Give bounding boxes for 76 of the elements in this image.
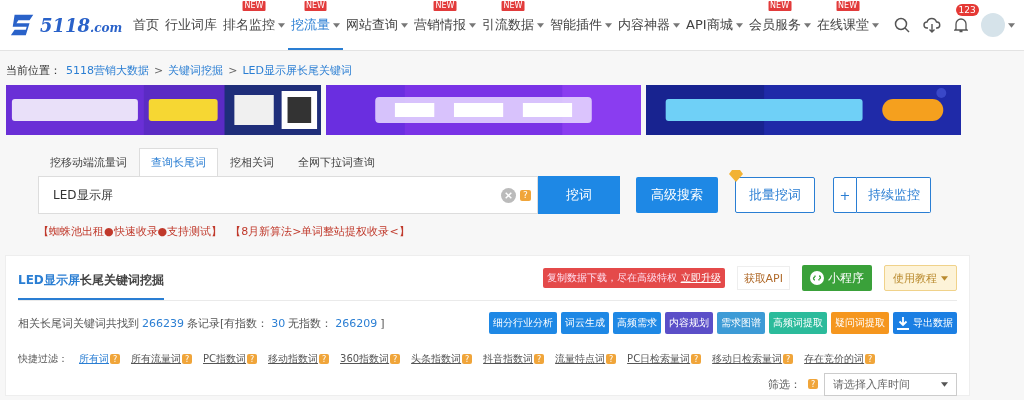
upgrade-text: 复制数据下载，尽在高级特权 xyxy=(546,271,677,285)
download-icon xyxy=(897,316,909,330)
breadcrumb-separator: > xyxy=(228,63,238,77)
nav-menu-item[interactable]: 行业词库 xyxy=(162,0,220,50)
filter-link[interactable]: 抖音指数词 xyxy=(483,352,534,366)
filter-link[interactable]: 所有词 xyxy=(79,352,109,366)
breadcrumb-link[interactable]: LED显示屏长尾关键词 xyxy=(242,62,352,78)
search-tab[interactable]: 全网下拉词查询 xyxy=(286,148,387,176)
card-title: LED显示屏长尾关键词挖掘 xyxy=(18,256,164,300)
search-tab[interactable]: 挖相关词 xyxy=(218,148,286,176)
filter-link[interactable]: 流量特点词 xyxy=(555,352,606,366)
dig-button[interactable]: 挖词 xyxy=(538,176,620,214)
action-button[interactable]: 需求图谱 xyxy=(717,312,765,334)
new-badge: NEW xyxy=(501,1,525,11)
results-summary: 相关长尾词关键词共找到 266239 条记录[有指数： 30 无指数： 266209 ] xyxy=(18,315,385,331)
filter-label: 快捷过滤： xyxy=(18,352,68,366)
nav-menu-item[interactable]: 首页 xyxy=(130,0,162,50)
filter-link[interactable]: 移动指数词 xyxy=(268,352,318,366)
nav-menu-item[interactable]: NEW 会员服务 xyxy=(745,0,814,50)
search-tab[interactable]: 挖移动端流量词 xyxy=(38,148,139,176)
filter-link[interactable]: 移动日检索量词 xyxy=(712,352,783,366)
new-badge: NEW xyxy=(433,1,457,11)
promo-link[interactable]: 【8月新算法>单词整站提权收录<】 xyxy=(230,224,410,239)
nav-menu-item[interactable]: 内容神器 xyxy=(615,0,683,50)
nav-menu-item[interactable]: NEW 排名监控 xyxy=(220,0,288,50)
new-badge: NEW xyxy=(836,1,860,11)
filter-link[interactable]: 所有流量词 xyxy=(131,352,181,366)
date-select[interactable]: 请选择入库时间 xyxy=(824,372,957,396)
advanced-search-button[interactable]: 高级搜索 xyxy=(636,177,718,213)
action-button[interactable]: 高频词提取 xyxy=(769,312,827,334)
monitor-button[interactable]: 持续监控 xyxy=(857,177,931,213)
promo-link[interactable]: 【蜘蛛池出租●快速收录●支持测试】 xyxy=(38,224,223,239)
nav-menu-item[interactable]: 智能插件 xyxy=(547,0,615,50)
nav-menu-item[interactable]: NEW 挖流量 xyxy=(288,0,343,50)
filter-link[interactable]: PC日检索量词 xyxy=(627,352,691,366)
cloud-download-icon[interactable] xyxy=(922,17,941,33)
nav-menu-item[interactable]: 网站查询 xyxy=(343,0,411,50)
nav-menu-item[interactable]: NEW 在线课堂 xyxy=(813,0,882,50)
nav-menu-item[interactable]: NEW 营销情报 xyxy=(411,0,479,50)
action-button[interactable]: 高频需求 xyxy=(613,312,661,334)
filter-label: 筛选： xyxy=(768,376,801,392)
nav-menu-item[interactable]: NEW 引流数据 xyxy=(479,0,547,50)
logo-text: 5118.com xyxy=(40,14,123,36)
breadcrumb-separator: > xyxy=(154,63,164,77)
bell-icon[interactable] xyxy=(953,17,968,33)
new-badge: NEW xyxy=(242,1,266,11)
caret-icon xyxy=(1007,22,1015,28)
caret-icon xyxy=(941,381,948,387)
action-button[interactable]: 疑问词提取 xyxy=(831,312,889,334)
get-api-button[interactable]: 获取API xyxy=(736,266,790,290)
breadcrumb-link[interactable]: 关键词挖掘 xyxy=(168,62,224,78)
nav-menu-item[interactable]: API商城 xyxy=(683,0,746,50)
tutorial-button[interactable]: 使用教程 xyxy=(884,265,957,291)
action-button[interactable]: 内容规划 xyxy=(665,312,713,334)
logo[interactable]: 5118.com xyxy=(8,11,130,39)
filter-link[interactable]: 头条指数词 xyxy=(411,352,462,366)
diamond-icon xyxy=(729,170,743,182)
mini-program-icon xyxy=(810,271,824,285)
filter-link[interactable]: 360指数词 xyxy=(340,352,390,366)
search-icon[interactable] xyxy=(893,17,910,33)
search-tab[interactable]: 查询长尾词 xyxy=(139,148,218,176)
new-badge: NEW xyxy=(768,1,792,11)
notification-count: 123 xyxy=(955,4,979,16)
action-button[interactable]: 细分行业分析 xyxy=(489,312,557,334)
upgrade-link[interactable]: 立即升级 xyxy=(680,271,721,285)
new-badge: NEW xyxy=(304,1,327,11)
batch-dig-button[interactable]: 批量挖词 xyxy=(735,177,815,213)
caret-icon xyxy=(941,275,948,281)
filter-link[interactable]: PC指数词 xyxy=(203,352,246,366)
add-button[interactable]: + xyxy=(833,177,857,213)
mini-program-button[interactable]: 小程序 xyxy=(802,265,872,291)
action-button[interactable]: 导出数据 xyxy=(893,312,957,334)
breadcrumb-label: 当前位置： xyxy=(6,62,61,78)
breadcrumb-link[interactable]: 5118营销大数据 xyxy=(66,62,149,78)
filter-link[interactable]: 存在竞价的词 xyxy=(804,352,865,366)
action-button[interactable]: 词云生成 xyxy=(561,312,609,334)
